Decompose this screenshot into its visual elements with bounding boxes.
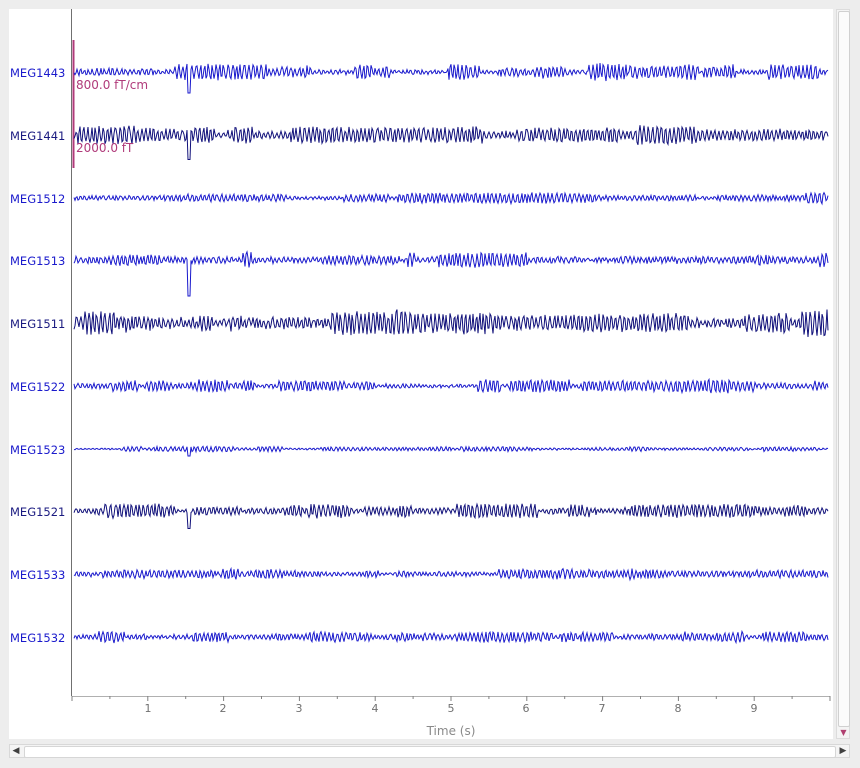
- scroll-left-arrow-icon[interactable]: ◀: [10, 745, 22, 757]
- horizontal-scroll-thumb[interactable]: [24, 746, 836, 758]
- vertical-scrollbar[interactable]: ▼: [836, 9, 850, 739]
- scale-bar-mag-label: 2000.0 fT: [76, 141, 134, 155]
- channel-trace: [73, 444, 829, 457]
- x-tick-label: 5: [447, 702, 455, 715]
- x-tick-label: 2: [219, 702, 227, 715]
- channel-label[interactable]: MEG1513: [10, 254, 70, 268]
- channel-label[interactable]: MEG1521: [10, 505, 70, 519]
- channel-trace: [73, 250, 829, 297]
- traces-canvas[interactable]: [9, 9, 833, 739]
- x-tick-label: 7: [598, 702, 606, 715]
- channel-trace: [73, 63, 829, 94]
- channel-label[interactable]: MEG1441: [10, 129, 70, 143]
- scroll-right-arrow-icon[interactable]: ▶: [837, 745, 849, 757]
- channel-trace: [73, 377, 829, 395]
- channel-label[interactable]: MEG1522: [10, 380, 70, 394]
- plot-area[interactable]: MEG1443 MEG1441 MEG1512 MEG1513 MEG1511 …: [9, 9, 833, 739]
- channel-trace: [73, 502, 829, 529]
- x-axis-label: Time (s): [426, 724, 476, 738]
- channel-label[interactable]: MEG1443: [10, 66, 70, 80]
- channel-label[interactable]: MEG1511: [10, 317, 70, 331]
- channel-label[interactable]: MEG1533: [10, 568, 70, 582]
- channel-label[interactable]: MEG1512: [10, 192, 70, 206]
- scroll-down-arrow-icon[interactable]: ▼: [839, 728, 848, 737]
- channel-label[interactable]: MEG1532: [10, 631, 70, 645]
- raw-data-browser-window: MEG1443 MEG1441 MEG1512 MEG1513 MEG1511 …: [0, 0, 860, 768]
- channel-trace: [73, 629, 829, 645]
- vertical-scroll-thumb[interactable]: [838, 11, 850, 727]
- channel-trace: [73, 309, 829, 337]
- x-tick-label: 9: [750, 702, 758, 715]
- channel-trace: [73, 191, 829, 206]
- channel-trace: [73, 566, 829, 582]
- x-tick-label: 6: [522, 702, 530, 715]
- scale-bar-grad-label: 800.0 fT/cm: [76, 78, 149, 92]
- x-tick-label: 4: [371, 702, 379, 715]
- x-tick-label: 3: [295, 702, 303, 715]
- channel-label[interactable]: MEG1523: [10, 443, 70, 457]
- x-tick-label: 8: [674, 702, 682, 715]
- horizontal-scrollbar[interactable]: ◀ ▶: [9, 744, 850, 758]
- channel-trace: [73, 125, 829, 160]
- x-tick-label: 1: [144, 702, 152, 715]
